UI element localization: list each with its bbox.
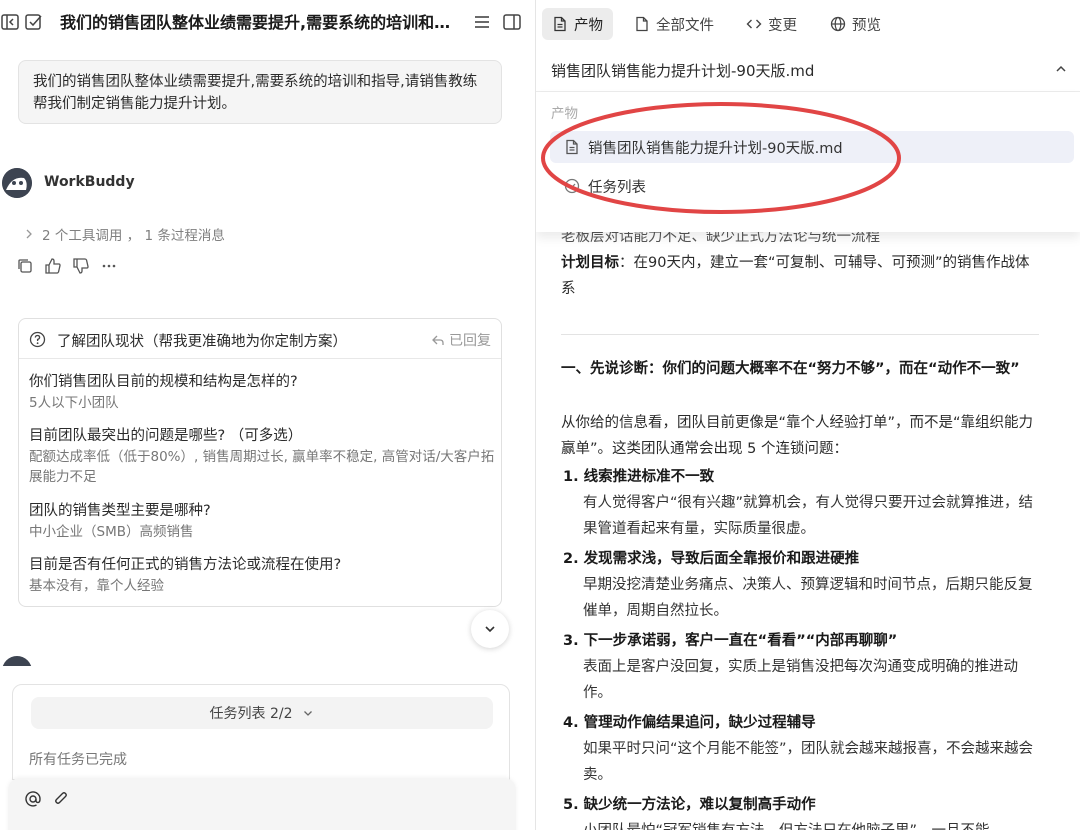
artifact-dropdown: 产物 销售团队销售能力提升计划-90天版.md 任务列表 — [536, 92, 1080, 232]
process-summary-text: 2 个工具调用 ， 1 条过程消息 — [42, 228, 225, 244]
file-icon — [566, 139, 578, 155]
agent-name: WorkBuddy — [44, 174, 135, 190]
more-icon[interactable] — [100, 257, 118, 275]
answer-text: 5人以下小团队 — [29, 395, 119, 411]
document-icon — [636, 16, 648, 32]
qa-item: 目前是否有任何正式的销售方法论或流程在使用? 基本没有，靠个人经验 — [29, 554, 497, 596]
thumbs-up-icon[interactable] — [44, 257, 62, 275]
message-actions — [16, 257, 118, 275]
new-task-icon[interactable] — [24, 12, 44, 32]
tab-preview[interactable]: 预览 — [820, 8, 891, 40]
answer-text: 配额达成率低（低于80%）, 销售周期过长, 赢单率不稳定, 高管对话/大客户拓… — [29, 449, 495, 485]
tab-all-files[interactable]: 全部文件 — [624, 8, 724, 40]
doc-goal: 计划目标：在90天内，建立一套“可复制、可辅导、可预测”的销售作战体系 — [561, 250, 1041, 302]
chevron-down-icon — [304, 711, 313, 716]
question-text: 团队的销售类型主要是哪种? — [29, 503, 211, 519]
chat-header: 我们的销售团队整体业绩需要提升,需要系统的培训和指导,请销售教练帮我们制定销售能… — [0, 0, 535, 46]
question-text: 目前是否有任何正式的销售方法论或流程在使用? — [29, 557, 342, 573]
artifact-pane: 产物 全部文件 变更 预览 销售团队销售能力提升计划-90天版.md 老板层对话… — [536, 0, 1080, 830]
dropdown-item-plan-file[interactable]: 销售团队销售能力提升计划-90天版.md — [550, 131, 1074, 163]
code-icon — [746, 19, 762, 29]
avatar — [2, 656, 32, 666]
tab-changes[interactable]: 变更 — [736, 8, 807, 40]
task-list-panel: 任务列表 2/2 所有任务已完成 — [12, 684, 510, 780]
doc-paragraph: 从你给的信息看，团队目前更像是“靠个人经验打单”，而不是“靠组织能力赢单”。这类… — [561, 415, 1034, 457]
tab-label: 全部文件 — [656, 17, 714, 34]
list-item: 4. 管理动作偏结果追问，缺少过程辅导 如果平时只问“这个月能不能签”，团队就会… — [563, 715, 1034, 783]
dropdown-item-task-list[interactable]: 任务列表 — [550, 170, 1074, 202]
question-text: 你们销售团队目前的规模和结构是怎样的? — [29, 374, 298, 390]
chevron-right-icon — [26, 229, 32, 239]
divider — [561, 334, 1039, 335]
file-name: 销售团队销售能力提升计划-90天版.md — [551, 62, 815, 80]
task-list-label: 任务列表 2/2 — [209, 706, 293, 722]
list-item: 5. 缺少统一方法论，难以复制高手动作 小团队最怕“冠军销售有方法，但方法只在他… — [563, 797, 990, 830]
copy-icon[interactable] — [16, 257, 34, 275]
question-card: 了解团队现状（帮我更准确地为你定制方案） 已回复 你们销售团队目前的规模和结构是… — [18, 318, 502, 607]
attachment-icon[interactable] — [52, 790, 70, 808]
list-item: 3. 下一步承诺弱，客户一直在“看看”“内部再聊聊” 表面上是客户没回复，实质上… — [563, 633, 1018, 701]
list-item: 1. 线索推进标准不一致 有人觉得客户“很有兴趣”就算机会，有人觉得只要开过会就… — [563, 469, 1034, 537]
artifact-tabs: 产物 全部文件 变更 预览 — [536, 0, 1080, 48]
reply-icon — [432, 335, 444, 345]
panel-toggle-icon[interactable] — [502, 12, 522, 32]
dropdown-section-label: 产物 — [551, 106, 578, 122]
globe-icon — [830, 16, 846, 32]
task-status-text: 所有任务已完成 — [29, 752, 127, 768]
tab-label: 变更 — [768, 17, 797, 34]
thumbs-down-icon[interactable] — [72, 257, 90, 275]
qa-item: 你们销售团队目前的规模和结构是怎样的? 5人以下小团队 — [29, 371, 497, 413]
section-heading: 一、先说诊断：你们的问题大概率不在“努力不够”，而在“动作不一致” — [561, 361, 1020, 377]
mention-icon[interactable] — [24, 790, 42, 808]
goal-label: 计划目标 — [561, 255, 619, 271]
avatar — [2, 168, 32, 198]
tab-label: 产物 — [574, 17, 603, 34]
answer-text: 基本没有，靠个人经验 — [29, 578, 164, 594]
answer-text: 中小企业（SMB）高频销售 — [29, 524, 194, 540]
question-circle-icon — [29, 331, 46, 348]
tab-label: 预览 — [852, 17, 881, 34]
process-summary[interactable]: 2 个工具调用 ， 1 条过程消息 — [24, 224, 225, 244]
replied-status-text: 已回复 — [449, 333, 491, 349]
file-icon — [554, 16, 566, 32]
check-circle-icon — [564, 178, 580, 194]
task-list-toggle[interactable]: 任务列表 2/2 — [31, 697, 493, 729]
menu-icon[interactable] — [472, 12, 492, 32]
goal-text: ：在90天内，建立一套“可复制、可辅导、可预测”的销售作战体系 — [561, 255, 1030, 297]
qa-item: 团队的销售类型主要是哪种? 中小企业（SMB）高频销售 — [29, 500, 497, 542]
dropdown-item-label: 销售团队销售能力提升计划-90天版.md — [588, 140, 843, 157]
question-card-title: 了解团队现状（帮我更准确地为你定制方案） — [57, 334, 347, 350]
user-message: 我们的销售团队整体业绩需要提升,需要系统的培训和指导,请销售教练帮我们制定销售能… — [18, 60, 502, 124]
file-selector[interactable]: 销售团队销售能力提升计划-90天版.md — [536, 48, 1080, 92]
question-text: 目前团队最突出的问题是哪些? （可多选） — [29, 428, 303, 444]
page-title: 我们的销售团队整体业绩需要提升,需要系统的培训和指导,请销售教练帮我们制定销售能… — [60, 13, 460, 32]
chat-pane: 我们的销售团队整体业绩需要提升,需要系统的培训和指导,请销售教练帮我们制定销售能… — [0, 0, 535, 830]
chevron-up-icon — [1056, 65, 1066, 72]
list-item: 2. 发现需求浅，导致后面全靠报价和跟进硬推 早期没挖清楚业务痛点、决策人、预算… — [563, 551, 1033, 619]
message-composer[interactable] — [8, 778, 516, 830]
qa-item: 目前团队最突出的问题是哪些? （可多选） 配额达成率低（低于80%）, 销售周期… — [29, 425, 497, 487]
tab-artifacts[interactable]: 产物 — [542, 8, 613, 40]
replied-status: 已回复 — [431, 330, 491, 350]
scroll-to-bottom-button[interactable] — [471, 610, 509, 648]
sidebar-toggle-icon[interactable] — [0, 12, 20, 32]
question-card-header: 了解团队现状（帮我更准确地为你定制方案） 已回复 — [19, 319, 501, 359]
chevron-down-icon — [485, 626, 495, 633]
dropdown-item-label: 任务列表 — [588, 179, 646, 196]
